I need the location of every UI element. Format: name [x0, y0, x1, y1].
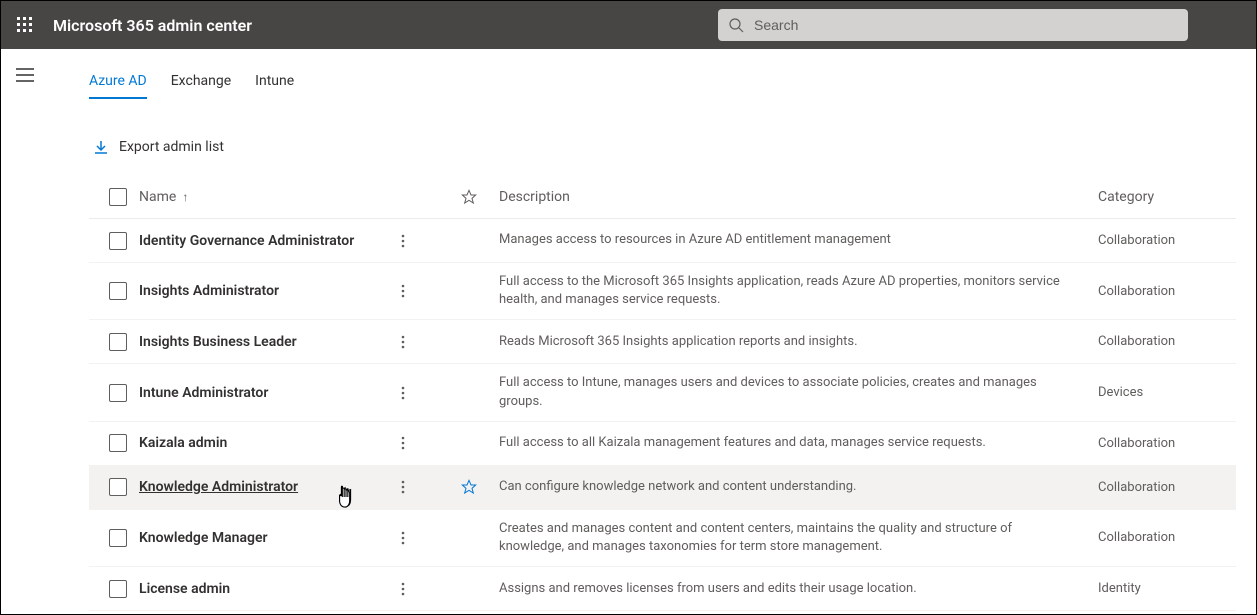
role-category: Collaboration: [1098, 284, 1228, 299]
tab-bar: Azure AD Exchange Intune: [89, 73, 1236, 99]
role-name-label: Knowledge Manager: [139, 530, 268, 546]
role-description: Creates and manages content and content …: [499, 520, 1098, 556]
vertical-dots-icon: [401, 234, 405, 248]
tab-azure-ad[interactable]: Azure AD: [89, 73, 147, 99]
action-bar: Export admin list: [89, 139, 1236, 155]
table-row[interactable]: Insights Business Leader Reads Microsoft …: [89, 320, 1236, 364]
column-header-name[interactable]: Name ↑: [139, 189, 439, 205]
role-name-label: Insights Business Leader: [139, 334, 297, 350]
vertical-dots-icon: [401, 436, 405, 450]
vertical-dots-icon: [401, 531, 405, 545]
more-actions-button[interactable]: [393, 386, 413, 400]
tab-intune[interactable]: Intune: [255, 73, 294, 99]
hamburger-icon: [16, 68, 34, 82]
table-row[interactable]: Knowledge Manager Creates and manages con…: [89, 510, 1236, 567]
column-name-label: Name: [139, 189, 176, 205]
role-name-label: Insights Administrator: [139, 283, 279, 299]
vertical-dots-icon: [401, 480, 405, 494]
column-header-category[interactable]: Category: [1098, 189, 1228, 205]
star-outline-icon: [461, 479, 477, 495]
tab-exchange[interactable]: Exchange: [171, 73, 231, 99]
more-actions-button[interactable]: [393, 335, 413, 349]
role-category: Identity: [1098, 581, 1228, 596]
main-content: Azure AD Exchange Intune Export admin li…: [49, 49, 1256, 614]
table-row[interactable]: Insights Administrator Full access to the…: [89, 263, 1236, 320]
vertical-dots-icon: [401, 284, 405, 298]
role-description: Can configure knowledge network and cont…: [499, 478, 1098, 496]
favorite-toggle[interactable]: [439, 479, 499, 495]
role-name-label: Kaizala admin: [139, 435, 227, 451]
table-row[interactable]: Kaizala admin Full access to all Kaizala …: [89, 422, 1236, 466]
row-checkbox[interactable]: [109, 434, 127, 452]
role-description: Full access to all Kaizala management fe…: [499, 434, 1098, 452]
search-container: [718, 9, 1188, 41]
role-category: Collaboration: [1098, 233, 1228, 248]
role-category: Collaboration: [1098, 480, 1228, 495]
more-actions-button[interactable]: [393, 480, 413, 494]
table-row[interactable]: License admin Assigns and removes license…: [89, 567, 1236, 611]
top-navbar: Microsoft 365 admin center: [1, 1, 1256, 49]
vertical-dots-icon: [401, 582, 405, 596]
search-input[interactable]: [718, 9, 1188, 41]
row-checkbox[interactable]: [109, 478, 127, 496]
row-checkbox[interactable]: [109, 333, 127, 351]
app-launcher-button[interactable]: [9, 9, 41, 41]
row-checkbox[interactable]: [109, 282, 127, 300]
left-rail: [1, 49, 49, 614]
role-category: Collaboration: [1098, 530, 1228, 545]
role-category: Collaboration: [1098, 436, 1228, 451]
role-name-label: Intune Administrator: [139, 385, 268, 401]
select-all-checkbox[interactable]: [109, 188, 127, 206]
role-category: Collaboration: [1098, 334, 1228, 349]
more-actions-button[interactable]: [393, 436, 413, 450]
table-header: Name ↑ Description Category: [89, 175, 1236, 219]
role-description: Manages access to resources in Azure AD …: [499, 231, 1098, 249]
download-icon: [93, 139, 109, 155]
table-row[interactable]: Knowledge Administrator Can configure kno…: [89, 466, 1236, 510]
role-category: Devices: [1098, 385, 1228, 400]
more-actions-button[interactable]: [393, 531, 413, 545]
nav-toggle-button[interactable]: [13, 63, 37, 87]
more-actions-button[interactable]: [393, 234, 413, 248]
role-description: Full access to Intune, manages users and…: [499, 374, 1098, 410]
body-area: Azure AD Exchange Intune Export admin li…: [1, 49, 1256, 614]
role-description: Full access to the Microsoft 365 Insight…: [499, 273, 1098, 309]
waffle-icon: [17, 17, 33, 33]
more-actions-button[interactable]: [393, 284, 413, 298]
vertical-dots-icon: [401, 335, 405, 349]
role-name-label: Identity Governance Administrator: [139, 233, 354, 249]
table-row[interactable]: Intune Administrator Full access to Intun…: [89, 364, 1236, 421]
column-header-favorite[interactable]: [439, 189, 499, 205]
column-header-description[interactable]: Description: [499, 189, 1098, 205]
table-row[interactable]: Identity Governance Administrator Manages…: [89, 219, 1236, 263]
role-name-label: Knowledge Administrator: [139, 479, 298, 495]
row-checkbox[interactable]: [109, 529, 127, 547]
sort-ascending-icon: ↑: [182, 190, 188, 204]
more-actions-button[interactable]: [393, 582, 413, 596]
row-checkbox[interactable]: [109, 232, 127, 250]
export-admin-list-button[interactable]: Export admin list: [119, 139, 224, 155]
row-checkbox[interactable]: [109, 384, 127, 402]
role-description: Reads Microsoft 365 Insights application…: [499, 333, 1098, 351]
vertical-dots-icon: [401, 386, 405, 400]
role-name-label: License admin: [139, 581, 230, 597]
roles-table: Name ↑ Description Category Identity Gov…: [89, 175, 1236, 611]
row-checkbox[interactable]: [109, 580, 127, 598]
app-title: Microsoft 365 admin center: [53, 16, 252, 35]
star-outline-icon: [461, 189, 477, 205]
role-description: Assigns and removes licenses from users …: [499, 580, 1098, 598]
